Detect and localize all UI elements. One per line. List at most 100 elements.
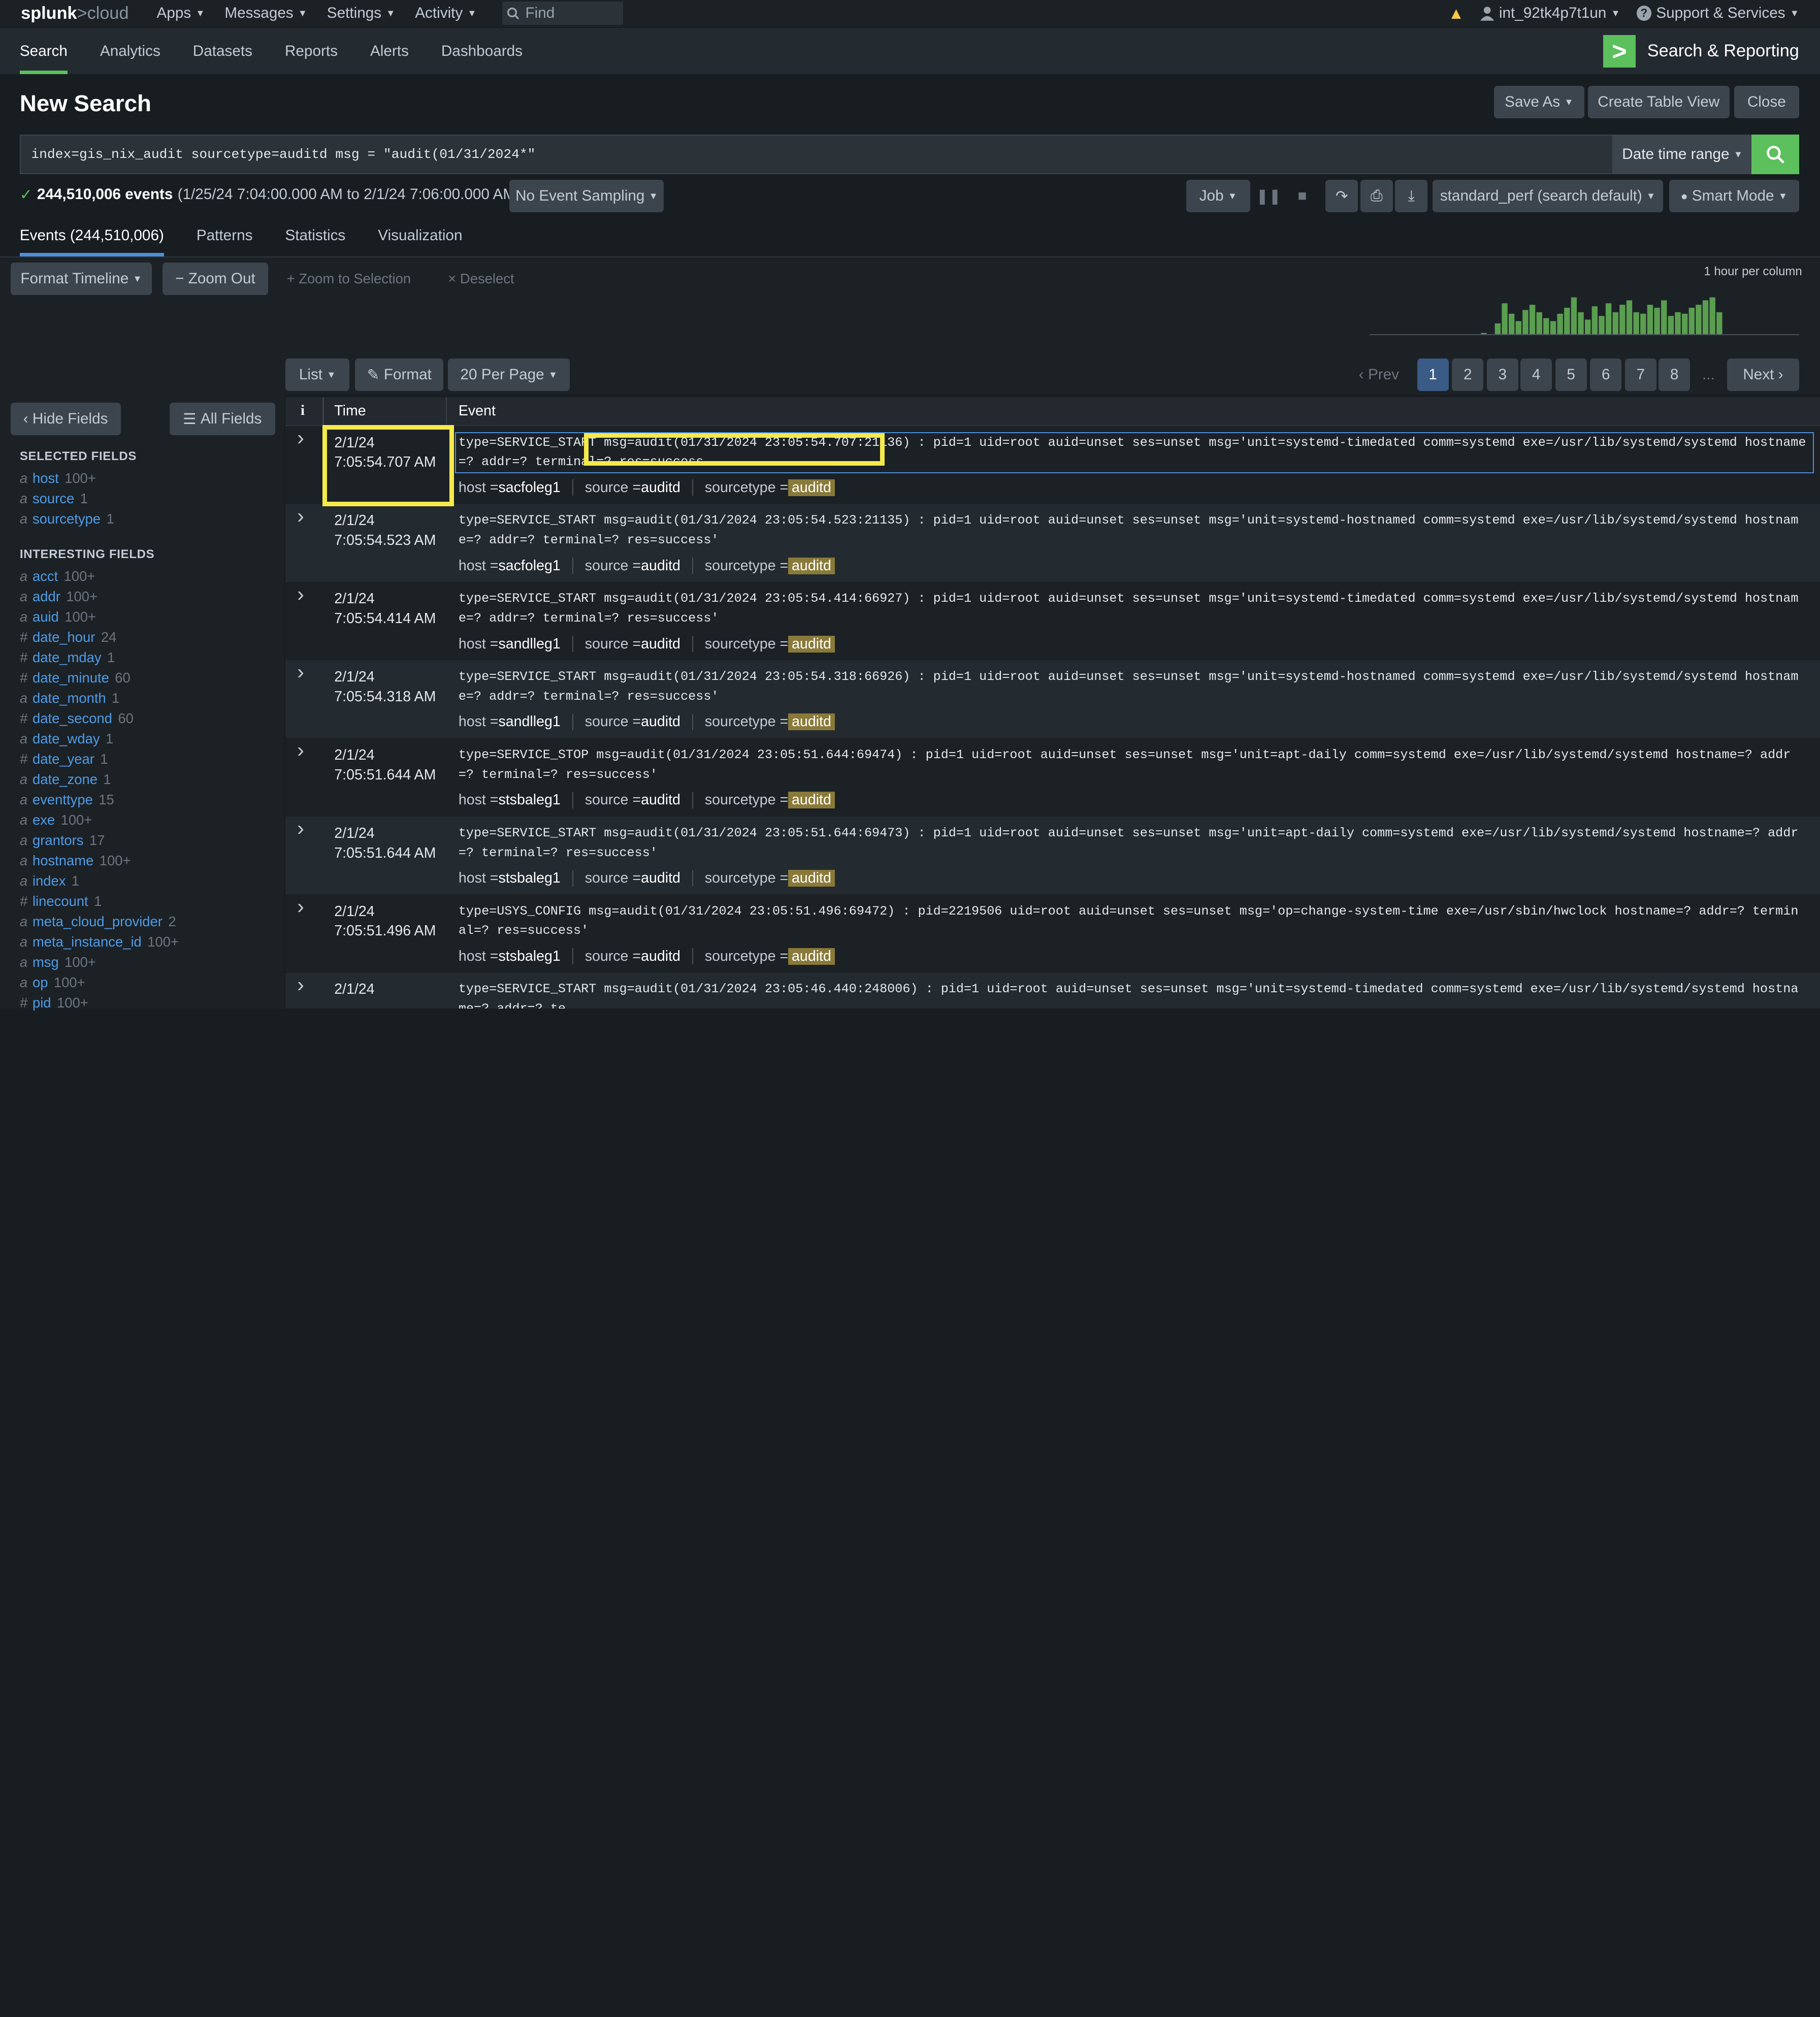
field-name[interactable]: source <box>32 491 74 507</box>
page-button[interactable]: 2 <box>1452 359 1484 392</box>
histogram-bar[interactable] <box>1578 312 1584 335</box>
event-raw-text[interactable]: type=SERVICE_START msg=audit(01/31/2024 … <box>459 980 1805 1008</box>
field-item[interactable]: a grantors 17 <box>20 830 281 851</box>
metadata-value[interactable]: auditd <box>641 792 680 808</box>
date-range-picker[interactable]: Date time range ▼ <box>1613 135 1752 174</box>
support-menu[interactable]: ? Support & Services ▼ <box>1636 5 1799 22</box>
user-menu[interactable]: int_92tk4p7t1un ▼ <box>1480 5 1620 22</box>
field-name[interactable]: host <box>32 470 59 486</box>
smart-mode-dropdown[interactable]: ● Smart Mode ▼ <box>1669 180 1799 213</box>
app-title[interactable]: > Search & Reporting <box>1603 28 1799 74</box>
event-raw-text[interactable]: type=SERVICE_START msg=audit(01/31/2024 … <box>459 589 1805 629</box>
export-icon[interactable]: ⤓ <box>1395 180 1428 213</box>
save-as-button[interactable]: Save As ▼ <box>1493 86 1584 119</box>
all-fields-button[interactable]: ☰ All Fields <box>169 403 275 436</box>
format-button[interactable]: ✎ Format <box>355 359 444 392</box>
field-name[interactable]: pid <box>32 995 51 1011</box>
histogram-bar[interactable] <box>1716 312 1722 335</box>
field-name[interactable]: date_wday <box>32 731 100 747</box>
list-view-dropdown[interactable]: List ▼ <box>285 359 349 392</box>
histogram-bar[interactable] <box>1585 319 1591 335</box>
histogram-bar[interactable] <box>1509 313 1515 335</box>
field-item[interactable]: a eventtype 15 <box>20 790 281 810</box>
job-dropdown[interactable]: Job ▼ <box>1186 180 1250 213</box>
histogram-bar[interactable] <box>1502 303 1508 335</box>
page-button[interactable]: 3 <box>1486 359 1518 392</box>
field-item[interactable]: a op 100+ <box>20 972 281 993</box>
histogram-bar[interactable] <box>1709 297 1716 335</box>
search-input[interactable]: index=gis_nix_audit sourcetype=auditd ms… <box>19 135 1614 174</box>
metadata-value[interactable]: auditd <box>641 870 680 887</box>
field-item[interactable]: a host 100+ <box>20 468 281 489</box>
metadata-value[interactable]: auditd <box>788 870 835 887</box>
table-row[interactable]: › 2/1/24 7:05:51.496 AM type=USYS_CONFIG ms… <box>285 895 1820 972</box>
table-row[interactable]: › 2/1/24 7:05:51.644 AM type=SERVICE_START … <box>285 816 1820 895</box>
field-item[interactable]: # date_second 60 <box>20 708 281 729</box>
field-name[interactable]: date_mday <box>32 649 102 666</box>
histogram-bar[interactable] <box>1675 312 1681 335</box>
field-item[interactable]: a exe 100+ <box>20 810 281 830</box>
tab-statistics[interactable]: Statistics <box>269 215 362 256</box>
histogram-bar[interactable] <box>1654 307 1660 335</box>
field-item[interactable]: # pid 100+ <box>20 993 281 1013</box>
field-name[interactable]: meta_cloud_provider <box>32 914 162 930</box>
metadata-value[interactable]: sandlleg1 <box>498 636 560 653</box>
event-column-header[interactable]: Event <box>459 403 496 419</box>
event-raw-text[interactable]: type=USYS_CONFIG msg=audit(01/31/2024 23… <box>459 902 1805 941</box>
field-item[interactable]: a auid 100+ <box>20 607 281 627</box>
field-name[interactable]: date_second <box>32 710 112 727</box>
metadata-value[interactable]: auditd <box>788 479 835 496</box>
metadata-value[interactable]: auditd <box>788 792 835 809</box>
nav-search[interactable]: Search <box>0 28 84 75</box>
field-item[interactable]: a source 1 <box>20 489 281 509</box>
apps-menu[interactable]: Apps ▼ <box>157 5 205 22</box>
field-item[interactable]: # date_hour 24 <box>20 627 281 647</box>
field-item[interactable]: a meta_cloud_provider 2 <box>20 912 281 932</box>
histogram-bar[interactable] <box>1494 323 1501 335</box>
pause-icon[interactable]: ❚❚ <box>1256 180 1281 212</box>
event-raw-text[interactable]: type=SERVICE_STOP msg=audit(01/31/2024 2… <box>459 745 1805 785</box>
field-item[interactable]: a sourcetype 1 <box>20 509 281 529</box>
histogram-bar[interactable] <box>1647 304 1653 335</box>
histogram-bar[interactable] <box>1522 309 1529 335</box>
field-name[interactable]: grantors <box>32 832 84 849</box>
metadata-value[interactable]: sandlleg1 <box>498 713 560 730</box>
event-raw-text[interactable]: type=SERVICE_START msg=audit(01/31/2024 … <box>455 432 1814 474</box>
nav-alerts[interactable]: Alerts <box>354 28 425 74</box>
field-name[interactable]: date_minute <box>32 670 109 686</box>
table-row[interactable]: › 2/1/24 7:05:54.523 AM type=SERVICE_START … <box>285 504 1820 582</box>
zoom-to-selection-button[interactable]: + Zoom to Selection <box>287 271 411 287</box>
activity-menu[interactable]: Activity ▼ <box>415 5 476 22</box>
field-item[interactable]: a hostname 100+ <box>20 851 281 871</box>
metadata-value[interactable]: auditd <box>641 558 680 574</box>
field-name[interactable]: date_month <box>32 690 106 706</box>
metadata-value[interactable]: sacfoleg1 <box>498 558 560 574</box>
metadata-value[interactable]: auditd <box>641 713 680 730</box>
stop-icon[interactable]: ■ <box>1289 180 1315 212</box>
metadata-value[interactable]: stsbaleg1 <box>498 870 560 887</box>
metadata-value[interactable]: auditd <box>788 635 835 653</box>
field-item[interactable]: a index 1 <box>20 871 281 891</box>
histogram-bar[interactable] <box>1599 315 1605 335</box>
page-button[interactable]: 8 <box>1659 359 1690 392</box>
print-icon[interactable]: ⎙ <box>1360 180 1393 213</box>
field-item[interactable]: a date_wday 1 <box>20 729 281 749</box>
event-raw-text[interactable]: type=SERVICE_START msg=audit(01/31/2024 … <box>459 667 1805 707</box>
field-item[interactable]: a date_month 1 <box>20 688 281 708</box>
table-row[interactable]: › 2/1/24 7:05:54.414 AM type=SERVICE_START … <box>285 582 1820 660</box>
metadata-value[interactable]: auditd <box>641 636 680 653</box>
field-name[interactable]: hostname <box>32 853 93 869</box>
field-name[interactable]: addr <box>32 589 60 605</box>
timeline-histogram[interactable] <box>1370 295 1799 336</box>
deselect-button[interactable]: × Deselect <box>448 271 514 287</box>
event-raw-text[interactable]: type=SERVICE_START msg=audit(01/31/2024 … <box>459 511 1805 550</box>
field-name[interactable]: linecount <box>32 893 88 909</box>
format-timeline-button[interactable]: Format Timeline ▼ <box>10 262 152 295</box>
histogram-bar[interactable] <box>1481 333 1487 335</box>
nav-reports[interactable]: Reports <box>269 28 354 74</box>
tab-visualization[interactable]: Visualization <box>362 215 478 256</box>
close-button[interactable]: Close <box>1734 86 1799 119</box>
metadata-value[interactable]: auditd <box>788 713 835 731</box>
field-name[interactable]: meta_instance_id <box>32 934 142 950</box>
search-mode-perf-dropdown[interactable]: standard_perf (search default) ▼ <box>1432 180 1664 213</box>
